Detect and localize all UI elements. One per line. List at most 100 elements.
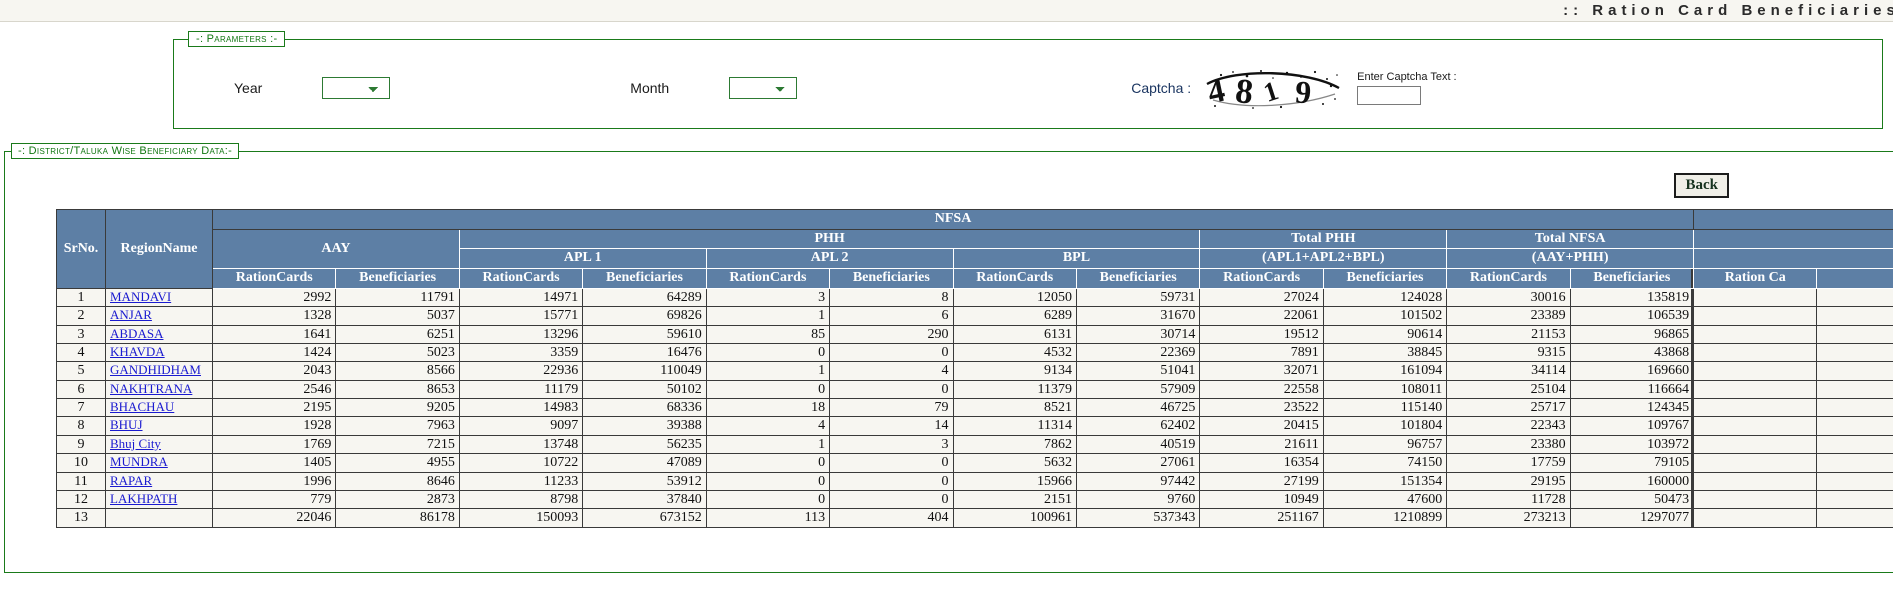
cell-bpl-rationcards: 4532: [952, 342, 1077, 363]
cell-aay-rationcards: 1424: [211, 342, 337, 363]
table-row: 6 NAKHTRANA 2546 8653 11179 50102 0 0 11379 57909…: [56, 379, 1893, 400]
cell-bpl-rationcards: 5632: [952, 453, 1077, 473]
captcha-image: 4 8 1 9: [1203, 65, 1344, 110]
cell-bpl-rationcards: 7862: [952, 434, 1077, 455]
cell-bpl-beneficiaries: 51041: [1075, 361, 1201, 381]
cell-tnfsa-rationcards: 273213: [1446, 508, 1571, 528]
cell-regionname: LAKHPATH: [105, 490, 213, 510]
region-link[interactable]: MANDAVI: [110, 289, 171, 304]
th-overflow-categories: [1693, 228, 1893, 250]
cell-tnfsa-beneficiaries: 43868: [1569, 342, 1695, 363]
cell-bpl-rationcards: 100961: [952, 508, 1077, 528]
cell-overflow-rationcards: [1693, 434, 1818, 455]
cell-apl2-beneficiaries: 0: [829, 379, 954, 400]
cell-overflow-rationcards: [1693, 490, 1818, 510]
cell-apl2-rationcards: 1: [705, 361, 831, 381]
cell-apl1-beneficiaries: 69826: [582, 306, 707, 326]
region-link[interactable]: NAKHTRANA: [110, 381, 192, 396]
cell-aay-beneficiaries: 8646: [335, 471, 460, 492]
region-link[interactable]: BHACHAU: [110, 399, 174, 414]
cell-srno: 1: [56, 287, 106, 308]
cell-overflow-rationcards: [1693, 453, 1818, 473]
th-phh: PHH: [458, 228, 1201, 250]
cell-tnfsa-rationcards: 34114: [1446, 361, 1571, 381]
cell-apl1-beneficiaries: 68336: [582, 398, 707, 418]
cell-bpl-beneficiaries: 31670: [1075, 306, 1201, 326]
cell-tnfsa-rationcards: 17759: [1446, 453, 1571, 473]
cell-overflow-beneficiaries: [1816, 379, 1893, 400]
cell-tphh-beneficiaries: 47600: [1322, 490, 1448, 510]
header-row-metrics: RationCards Beneficiaries RationCards Be…: [57, 268, 1893, 289]
cell-apl2-rationcards: 113: [705, 508, 831, 528]
header-row-group-top: SrNo. RegionName NFSA: [56, 209, 1893, 289]
cell-overflow-beneficiaries: [1816, 434, 1893, 455]
cell-tphh-rationcards: 7891: [1199, 342, 1324, 363]
cell-apl2-rationcards: 0: [705, 490, 831, 510]
cell-tnfsa-rationcards: 29195: [1446, 471, 1571, 492]
cell-aay-rationcards: 2195: [211, 398, 337, 418]
back-button[interactable]: Back: [1674, 173, 1729, 198]
cell-tphh-rationcards: 20415: [1199, 416, 1324, 436]
cell-aay-beneficiaries: 7963: [335, 416, 460, 436]
cell-overflow-rationcards: [1693, 398, 1818, 418]
cell-apl1-rationcards: 10722: [458, 453, 584, 473]
parameters-legend: -: Parameters :-: [188, 31, 286, 47]
cell-tphh-rationcards: 251167: [1199, 508, 1324, 528]
cell-apl1-rationcards: 11179: [458, 379, 584, 400]
region-link[interactable]: ABDASA: [110, 326, 163, 341]
th-total-nfsa: Total NFSA: [1446, 228, 1695, 250]
cell-apl1-beneficiaries: 53912: [582, 471, 707, 492]
cell-bpl-rationcards: 9134: [952, 361, 1077, 381]
cell-overflow-rationcards: [1693, 471, 1818, 492]
table-row: 8 BHUJ 1928 7963 9097 39388 4 14 11314 62402 20415…: [56, 416, 1893, 436]
cell-tnfsa-beneficiaries: 106539: [1569, 306, 1695, 326]
captcha-input[interactable]: [1357, 85, 1422, 105]
cell-aay-rationcards: 1928: [211, 416, 337, 436]
cell-tnfsa-rationcards: 25717: [1446, 398, 1571, 418]
cell-srno: 8: [56, 416, 106, 436]
region-link[interactable]: RAPAR: [110, 473, 152, 488]
region-link[interactable]: BHUJ: [110, 417, 143, 432]
th-apl1-beneficiaries: Beneficiaries: [582, 268, 707, 289]
th-total-phh: Total PHH: [1199, 228, 1448, 250]
cell-srno: 7: [56, 398, 106, 418]
cell-bpl-rationcards: 12050: [952, 287, 1077, 308]
cell-tnfsa-rationcards: 22343: [1446, 416, 1571, 436]
cell-apl1-beneficiaries: 673152: [582, 508, 707, 528]
cell-overflow-rationcards: [1693, 324, 1818, 344]
region-link[interactable]: KHAVDA: [110, 344, 165, 359]
region-link[interactable]: ANJAR: [110, 307, 152, 322]
cell-bpl-beneficiaries: 59731: [1075, 287, 1201, 308]
cell-tphh-rationcards: 23522: [1199, 398, 1324, 418]
cell-aay-rationcards: 1769: [211, 434, 337, 455]
cell-apl1-rationcards: 22936: [458, 361, 584, 381]
th-aay-rationcards: RationCards: [211, 268, 337, 289]
region-link[interactable]: LAKHPATH: [110, 491, 177, 506]
year-select[interactable]: [322, 76, 391, 99]
th-bpl-beneficiaries: Beneficiaries: [1075, 268, 1201, 289]
cell-apl2-beneficiaries: 6: [829, 306, 954, 326]
th-apl2-beneficiaries: Beneficiaries: [829, 268, 954, 289]
table-row: 9 Bhuj City 1769 7215 13748 56235 1 3 7862 40519 2…: [56, 434, 1893, 455]
header-row-categories: AAY PHH Total PHH Total NFSA: [57, 228, 1893, 270]
cell-tphh-beneficiaries: 101502: [1322, 306, 1448, 326]
region-link[interactable]: Bhuj City: [110, 436, 161, 451]
region-link[interactable]: GANDHIDHAM: [110, 362, 201, 377]
cell-bpl-beneficiaries: 537343: [1075, 508, 1201, 528]
cell-tnfsa-beneficiaries: 109767: [1569, 416, 1695, 436]
month-label: Month: [630, 79, 670, 96]
cell-overflow-rationcards: [1693, 508, 1818, 528]
cell-bpl-rationcards: 15966: [952, 471, 1077, 492]
cell-apl2-beneficiaries: 79: [829, 398, 954, 418]
region-link[interactable]: MUNDRA: [110, 454, 168, 469]
cell-overflow-beneficiaries: [1816, 361, 1893, 381]
cell-overflow-beneficiaries: [1816, 398, 1893, 418]
cell-apl1-rationcards: 11233: [458, 471, 584, 492]
cell-srno: 4: [56, 342, 106, 363]
cell-srno: 3: [56, 324, 106, 344]
cell-regionname: ABDASA: [105, 324, 213, 344]
th-nfsa-group: NFSA: [211, 209, 1695, 230]
month-select[interactable]: [729, 76, 798, 99]
cell-bpl-rationcards: 11379: [952, 379, 1077, 400]
cell-apl2-rationcards: 4: [705, 416, 831, 436]
